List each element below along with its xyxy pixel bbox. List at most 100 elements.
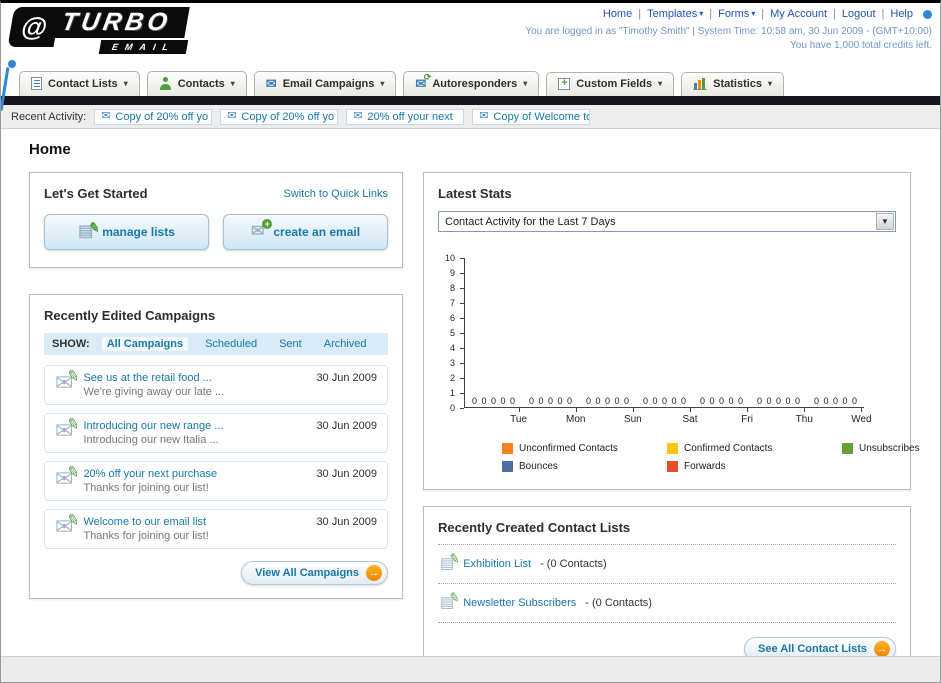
- arrow-right-icon: [366, 565, 382, 581]
- legend-label: Unconfirmed Contacts: [519, 443, 618, 454]
- legend-item: Confirmed Contacts: [667, 443, 842, 454]
- envelope-icon: [479, 111, 488, 122]
- top-link-templates[interactable]: Templates: [647, 8, 703, 20]
- recent-activity-item[interactable]: Copy of 20% off yo: [220, 108, 339, 125]
- turbo-email-logo[interactable]: TURBO EMAIL: [7, 7, 190, 54]
- pencil-icon: [448, 589, 462, 607]
- top-link-logout[interactable]: Logout: [842, 8, 876, 20]
- contact-list-link[interactable]: Newsletter Subscribers: [463, 597, 576, 609]
- nav-tab-contact-lists[interactable]: Contact Lists: [19, 71, 140, 96]
- campaign-list-item[interactable]: Introducing our new range ... Introducin…: [44, 413, 388, 453]
- edit-list-icon: [440, 555, 454, 573]
- y-axis-tickmark: [460, 273, 464, 274]
- top-link-help[interactable]: Help: [890, 8, 913, 20]
- envelope-icon: [227, 111, 236, 122]
- nav-tab-email-campaigns[interactable]: Email Campaigns: [253, 71, 397, 96]
- y-axis-tick-label: 8: [449, 283, 455, 293]
- contact-lists-icon: [31, 77, 42, 90]
- tab-scheduled[interactable]: Scheduled: [200, 337, 262, 351]
- contact-list-item: Newsletter Subscribers - (0 Contacts): [438, 584, 896, 623]
- view-all-campaigns-button[interactable]: View All Campaigns: [241, 561, 388, 585]
- manage-lists-button[interactable]: manage lists: [44, 214, 209, 250]
- credits-info: You have 1,000 total credits left.: [790, 40, 932, 51]
- edit-list-icon: [440, 594, 454, 612]
- chevron-down-icon: [523, 80, 527, 88]
- campaign-list-item[interactable]: 20% off your next purchase Thanks for jo…: [44, 461, 388, 501]
- nav-tab-contacts[interactable]: Contacts: [146, 71, 247, 96]
- chart-plot: 0 0 0 0 0 0 0 0 0 0 0 0 0 0 0 0 0 0 0 0 0 0 …: [460, 258, 864, 409]
- separator: [709, 8, 712, 20]
- y-axis-tickmark: [460, 318, 464, 319]
- manage-lists-icon: [78, 223, 93, 240]
- show-label: SHOW:: [52, 338, 90, 350]
- pencil-icon: [65, 510, 81, 530]
- campaign-title-link[interactable]: 20% off your next purchase: [83, 468, 306, 480]
- campaign-list-item[interactable]: Welcome to our email list Thanks for joi…: [44, 509, 388, 549]
- x-axis-tick-label: Sat: [661, 408, 718, 425]
- campaign-title-link[interactable]: See us at the retail food ...: [83, 372, 306, 384]
- x-axis-tick-label: Mon: [547, 408, 604, 425]
- create-email-button[interactable]: create an email: [223, 214, 388, 250]
- tab-all-campaigns[interactable]: All Campaigns: [101, 337, 189, 351]
- x-axis-tick-label: Wed: [833, 408, 890, 425]
- tab-sent[interactable]: Sent: [274, 337, 307, 351]
- statistics-icon: [693, 78, 708, 90]
- envelope-icon: [353, 111, 362, 122]
- recent-activity-item[interactable]: 20% off your next: [346, 108, 465, 125]
- chart-legend: Unconfirmed Contacts Confirmed Contacts Un…: [502, 443, 920, 472]
- pencil-icon: [65, 366, 81, 386]
- legend-swatch: [667, 461, 678, 472]
- contact-list-link[interactable]: Exhibition List: [463, 558, 531, 570]
- campaign-date: 30 Jun 2009: [316, 468, 377, 480]
- logo-text: TURBO EMAIL: [49, 7, 190, 54]
- separator: [638, 8, 641, 20]
- chevron-down-icon: [380, 80, 384, 88]
- bar-value-labels: 0 0 0 0 0: [756, 396, 801, 406]
- campaign-title-link[interactable]: Introducing our new range ...: [83, 420, 306, 432]
- campaign-subtitle: Thanks for joining our list!: [83, 530, 209, 542]
- y-axis-tick-label: 6: [449, 313, 455, 323]
- top-link-forms[interactable]: Forms: [718, 8, 755, 20]
- y-axis-tickmark: [460, 393, 464, 394]
- campaign-subtitle: Introducing our new Italia ...: [83, 434, 219, 446]
- nav-tab-custom-fields[interactable]: Custom Fields: [546, 72, 675, 96]
- y-axis-tickmark: [460, 288, 464, 289]
- stats-period-select[interactable]: Contact Activity for the Last 7 Days: [438, 211, 896, 232]
- campaign-list-item[interactable]: See us at the retail food ... We're givi…: [44, 365, 388, 405]
- campaign-title-link[interactable]: Welcome to our email list: [83, 516, 306, 528]
- app-window: TURBO EMAIL Home Templates Forms My Acco…: [0, 0, 941, 683]
- header-right: Home Templates Forms My Account Logout H…: [525, 8, 932, 51]
- logo-text-turbo: TURBO: [49, 7, 190, 38]
- y-axis-tickmark: [460, 408, 464, 409]
- edit-campaign-icon: [55, 370, 73, 395]
- legend-swatch: [502, 461, 513, 472]
- contact-count: - (0 Contacts): [585, 597, 652, 609]
- switch-to-quick-links[interactable]: Switch to Quick Links: [283, 188, 388, 200]
- legend-label: Forwards: [684, 461, 726, 472]
- chevron-down-icon: [751, 10, 755, 18]
- recent-activity-item[interactable]: Copy of Welcome to: [472, 108, 591, 125]
- nav-tab-statistics[interactable]: Statistics: [681, 72, 785, 96]
- panel-title: Recently Created Contact Lists: [438, 520, 896, 545]
- top-link-my-account[interactable]: My Account: [770, 8, 827, 20]
- legend-swatch: [842, 443, 853, 454]
- contact-count: - (0 Contacts): [540, 558, 607, 570]
- y-axis-tickmark: [460, 333, 464, 334]
- chevron-down-icon: [658, 80, 662, 88]
- nav-tab-autoresponders[interactable]: Autoresponders: [403, 71, 540, 96]
- contact-activity-chart: 10 9 8 7 6 5 4 3 2 1 0 0 0 0 0 00 0 0 0 00 0 0 0 0…: [438, 253, 920, 472]
- create-email-icon: [251, 219, 273, 240]
- header: TURBO EMAIL Home Templates Forms My Acco…: [1, 3, 940, 68]
- legend-label: Bounces: [519, 461, 558, 472]
- legend-item: Unsubscribes: [842, 443, 940, 454]
- y-axis-tick-label: 2: [449, 373, 455, 383]
- campaign-date: 30 Jun 2009: [316, 420, 377, 432]
- bar-value-labels: 0 0 0 0 0: [699, 396, 744, 406]
- latest-stats-panel: Latest Stats Contact Activity for the La…: [423, 172, 920, 490]
- tab-archived[interactable]: Archived: [319, 337, 372, 351]
- recent-activity-item[interactable]: Copy of 20% off yo: [94, 108, 213, 125]
- top-link-home[interactable]: Home: [603, 8, 632, 20]
- chart-groups: 0 0 0 0 0 0 0 0 0 0 0 0 0 0 0 0 0 0 0 0 0 0 …: [465, 396, 864, 406]
- decoration-blue-swoosh: [8, 60, 16, 68]
- separator: [882, 8, 885, 20]
